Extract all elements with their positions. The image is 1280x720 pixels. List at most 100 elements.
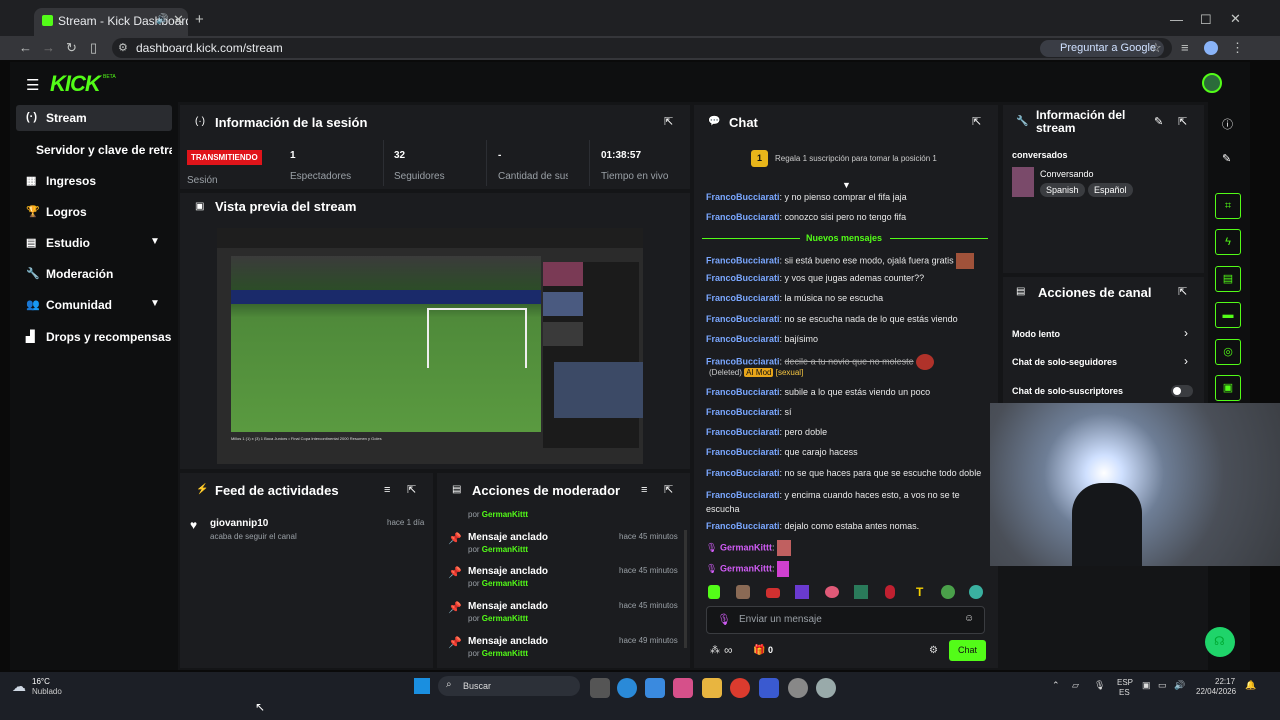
copilot-icon[interactable] (673, 678, 693, 698)
emote-icon[interactable] (766, 588, 780, 598)
url-field[interactable]: dashboard.kick.com/stream (112, 38, 1172, 58)
emote-icon[interactable] (736, 585, 750, 599)
sidebar-item-drops[interactable]: ▟ Drops y recompensas (16, 324, 172, 350)
emote-icon[interactable] (708, 585, 720, 599)
user-avatar[interactable] (1202, 73, 1222, 93)
community-icon[interactable]: ⁂ (710, 645, 720, 656)
ask-google-button[interactable]: Preguntar a Google (1040, 40, 1165, 57)
chevron-up-icon[interactable]: ⌃ (1052, 680, 1060, 691)
document-icon[interactable]: ▤ (1215, 266, 1241, 292)
emote-icon[interactable] (885, 585, 895, 599)
sidebar-item-comunidad[interactable]: 👥 Comunidad (16, 292, 172, 318)
capture-icon[interactable]: ⌗ (1215, 193, 1241, 219)
broadcast-icon[interactable]: ◎ (1215, 339, 1241, 365)
kick-logo[interactable]: KICK (50, 71, 101, 97)
emote-icon[interactable] (795, 585, 809, 599)
gift-leaderboard-text[interactable]: Regala 1 suscripción para tomar la posic… (775, 154, 937, 163)
chevron-right-icon[interactable]: › (1184, 326, 1188, 340)
store-icon[interactable] (645, 678, 665, 698)
edge-icon[interactable] (617, 678, 637, 698)
chevron-down-icon[interactable]: ▼ (150, 298, 160, 309)
lightning-icon[interactable]: ϟ (1215, 229, 1241, 255)
weather-cloud-icon[interactable]: ☁ (12, 678, 26, 695)
back-icon[interactable]: ← (19, 40, 32, 55)
sidebar-item-server-key[interactable]: Servidor y clave de retransmisión (16, 137, 172, 163)
chrome-icon[interactable] (730, 678, 750, 698)
gift-icon[interactable]: 🎁 (753, 645, 765, 656)
notification-bell-icon[interactable]: 🔔 (1245, 680, 1256, 691)
settings-gear-icon[interactable]: ⚙ (929, 645, 938, 656)
scrollbar[interactable] (684, 530, 687, 648)
heart-icon: ♥ (190, 518, 198, 532)
popout-icon[interactable]: ⇱ (664, 115, 673, 128)
emote-icon[interactable] (969, 585, 983, 599)
window-close-icon[interactable]: ✕ (1230, 11, 1241, 27)
profile-avatar-icon[interactable] (1204, 41, 1218, 55)
channel-actions-icon[interactable]: ▣ (1215, 375, 1241, 401)
windows-start-icon[interactable] (414, 678, 430, 694)
followers-only-item[interactable]: Chat de solo-seguidores (1012, 357, 1117, 367)
popout-icon[interactable]: ⇱ (664, 483, 673, 496)
file-explorer-icon[interactable] (702, 678, 722, 698)
site-info-icon[interactable]: ⚙ (118, 41, 128, 54)
mic-icon[interactable]: 🎙 (1094, 680, 1105, 691)
camera-icon[interactable]: ▣ (1142, 680, 1151, 691)
browser-menu-icon[interactable]: ⋮ (1231, 40, 1244, 56)
new-tab-icon[interactable]: + (195, 11, 204, 28)
chat-bubble-icon[interactable]: ▬ (1215, 302, 1241, 328)
stream-preview-video[interactable]: Millos 1 (1) x (3) 1 Boca Juniors • Fina… (217, 228, 643, 464)
clock-time[interactable]: 22:17 (1215, 677, 1235, 686)
popout-icon[interactable]: ⇱ (972, 115, 981, 128)
subs-only-item[interactable]: Chat de solo-suscriptores (1012, 386, 1123, 396)
subs-only-toggle[interactable] (1171, 385, 1193, 397)
settings-gear-icon[interactable] (816, 678, 836, 698)
tab-audio-icon[interactable]: 🔊 (156, 14, 168, 25)
popout-icon[interactable]: ⇱ (1178, 115, 1187, 128)
chevron-down-icon[interactable]: ▼ (150, 236, 160, 247)
send-chat-button[interactable]: Chat (949, 640, 986, 661)
info-icon[interactable]: ⓘ (1222, 116, 1233, 132)
sidebar-item-estudio[interactable]: ▤ Estudio (16, 230, 172, 256)
stream-info-title: Información del stream (1036, 108, 1126, 135)
tray-icon[interactable]: ▱ (1072, 680, 1079, 691)
slow-mode-item[interactable]: Modo lento (1012, 329, 1060, 339)
media-control-icon[interactable]: ≡ (1181, 40, 1189, 55)
emote-icon[interactable]: T (916, 585, 923, 599)
sidepanel-icon[interactable]: ▯ (90, 40, 97, 56)
filter-icon[interactable]: ≡ (384, 484, 390, 496)
edit-pencil-icon[interactable]: ✎ (1154, 115, 1163, 128)
chevron-right-icon[interactable]: › (1184, 354, 1188, 368)
tab-close-icon[interactable]: ✕ (173, 12, 184, 28)
emote-icon[interactable] (825, 586, 839, 598)
emote-icon[interactable] (854, 585, 868, 599)
hamburger-menu-icon[interactable]: ☰ (26, 76, 39, 94)
tag-pill[interactable]: Spanish (1040, 183, 1085, 197)
popout-icon[interactable]: ⇱ (1178, 285, 1187, 298)
volume-icon[interactable]: 🔊 (1174, 680, 1185, 691)
task-view-icon[interactable] (590, 678, 610, 698)
language-code[interactable]: ESP (1117, 678, 1133, 687)
bookmark-star-icon[interactable]: ☆ (1150, 40, 1162, 56)
network-icon[interactable]: ▭ (1158, 680, 1167, 691)
obs-icon[interactable] (788, 678, 808, 698)
emote-icon[interactable] (941, 585, 955, 599)
popout-icon[interactable]: ⇱ (407, 483, 416, 496)
chevron-down-icon[interactable]: ▼ (842, 180, 851, 190)
tag-pill[interactable]: Español (1088, 183, 1133, 197)
reload-icon[interactable]: ↻ (66, 40, 77, 56)
category-name[interactable]: Conversando (1040, 169, 1094, 179)
activity-user[interactable]: giovannip10 (210, 518, 268, 529)
filter-icon[interactable]: ≡ (641, 484, 647, 496)
forward-icon[interactable]: → (42, 40, 55, 55)
sidebar-item-stream[interactable]: (·) Stream (16, 105, 172, 131)
app-icon[interactable] (759, 678, 779, 698)
sidebar-item-moderacion[interactable]: 🔧 Moderación (16, 261, 172, 287)
taskbar-search[interactable] (438, 676, 580, 696)
minimize-icon[interactable]: — (1170, 12, 1183, 27)
maximize-icon[interactable]: ☐ (1200, 12, 1212, 28)
emoji-icon[interactable]: ☺ (964, 613, 974, 624)
dashboard-topbar (10, 62, 1250, 102)
sidebar-item-ingresos[interactable]: ▦ Ingresos (16, 168, 172, 194)
sidebar-item-logros[interactable]: 🏆 Logros (16, 199, 172, 225)
edit-pencil-icon[interactable]: ✎ (1222, 152, 1231, 165)
